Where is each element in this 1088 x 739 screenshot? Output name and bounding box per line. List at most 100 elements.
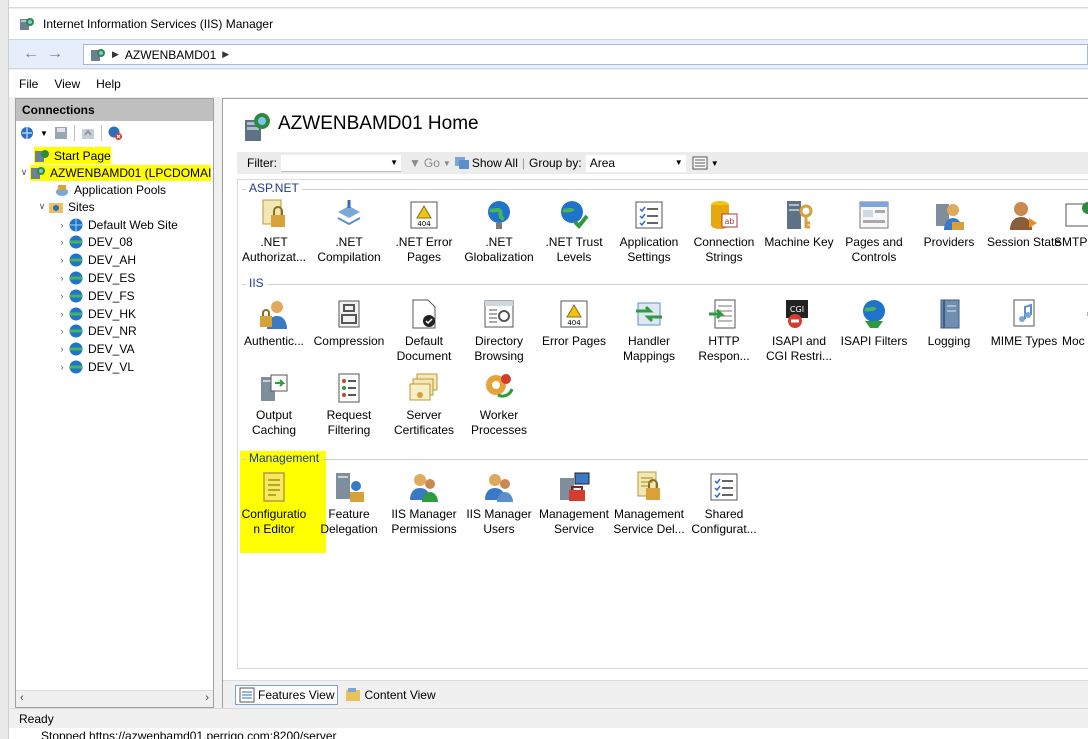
disconnect-icon[interactable] bbox=[106, 124, 124, 142]
feature-output-caching[interactable]: Output Caching bbox=[238, 371, 312, 438]
tab-content-view[interactable]: Content View bbox=[342, 685, 438, 705]
expand-chevron-icon[interactable]: › bbox=[56, 344, 68, 354]
feature-request-filtering[interactable]: Request Filtering bbox=[311, 371, 387, 438]
section-aspnet-label: ASP.NET bbox=[246, 181, 302, 195]
tree-item-default-web-site[interactable]: › Default Web Site bbox=[56, 216, 178, 233]
feature-session-state[interactable]: Session State bbox=[986, 198, 1062, 250]
worker-processes-icon bbox=[486, 374, 514, 398]
feature-application-settings[interactable]: Application Settings bbox=[611, 198, 687, 265]
feature-mime-types[interactable]: MIME Types bbox=[986, 297, 1062, 349]
horizontal-scrollbar[interactable]: ‹ › bbox=[16, 690, 213, 707]
tile-label: Delegation bbox=[320, 522, 378, 536]
feature-management-service-delegation[interactable]: Management Service Del... bbox=[611, 470, 687, 537]
filter-input[interactable]: ▼ bbox=[281, 154, 401, 172]
expand-chevron-icon[interactable]: › bbox=[56, 255, 68, 265]
menu-help[interactable]: Help bbox=[96, 77, 121, 91]
feature-http-response-headers[interactable]: HTTP Respon... bbox=[686, 297, 762, 364]
expand-chevron-icon[interactable]: › bbox=[56, 291, 68, 301]
feature-management-service[interactable]: Management Service bbox=[536, 470, 612, 537]
funnel-icon[interactable]: ▼ bbox=[409, 156, 421, 170]
tree-item-dev-ah[interactable]: › DEV_AH bbox=[56, 251, 137, 268]
expand-chevron-icon[interactable]: › bbox=[56, 326, 68, 336]
tree-item-application-pools[interactable]: Application Pools bbox=[54, 181, 166, 198]
show-all-button[interactable]: Show All bbox=[472, 156, 518, 170]
feature-iis-manager-permissions[interactable]: IIS Manager Permissions bbox=[386, 470, 462, 537]
expand-chevron-icon[interactable]: › bbox=[56, 273, 68, 283]
view-mode-icon[interactable] bbox=[692, 156, 708, 170]
collapse-chevron-icon[interactable]: ∨ bbox=[36, 201, 48, 212]
features-pane: AZWENBAMD01 Home Filter: ▼ ▼ Go ▼ Show A… bbox=[222, 98, 1088, 708]
tree-item-dev-hk[interactable]: › DEV_HK bbox=[56, 305, 137, 322]
tab-features-view[interactable]: Features View bbox=[235, 684, 339, 705]
tree-item-dev-vl[interactable]: › DEV_VL bbox=[56, 358, 135, 375]
tree-item-sites[interactable]: ∨ Sites bbox=[36, 198, 95, 215]
feature-handler-mappings[interactable]: Handler Mappings bbox=[611, 297, 687, 364]
feature-configuration-editor[interactable]: Configuratio n Editor bbox=[238, 470, 312, 537]
feature-connection-strings[interactable]: ab Connection Strings bbox=[686, 198, 762, 265]
filter-dropdown-icon[interactable]: ▼ bbox=[390, 158, 398, 167]
tree-item-start-page[interactable]: Start Page bbox=[34, 147, 111, 164]
isapi-cgi-icon: CGI bbox=[786, 300, 808, 328]
view-mode-dropdown-icon[interactable]: ▼ bbox=[711, 159, 719, 168]
feature-logging[interactable]: Logging bbox=[911, 297, 987, 349]
feature-net-compilation[interactable]: .NET Compilation bbox=[311, 198, 387, 265]
feature-modules[interactable]: Moc bbox=[1062, 297, 1088, 349]
feature-net-authorization[interactable]: .NET Authorizat... bbox=[238, 198, 312, 265]
feature-worker-processes[interactable]: Worker Processes bbox=[461, 371, 537, 438]
group-by-dropdown-icon[interactable]: ▼ bbox=[675, 158, 683, 167]
feature-isapi-cgi-restrictions[interactable]: CGI ISAPI and CGI Restri... bbox=[761, 297, 837, 364]
menu-view[interactable]: View bbox=[54, 77, 80, 91]
window-top-edge bbox=[9, 0, 1088, 8]
tree-item-dev-fs[interactable]: › DEV_FS bbox=[56, 287, 135, 304]
save-icon[interactable] bbox=[52, 124, 70, 142]
feature-machine-key[interactable]: Machine Key bbox=[761, 198, 837, 250]
expand-chevron-icon[interactable]: › bbox=[56, 237, 68, 247]
tree-item-dev-va[interactable]: › DEV_VA bbox=[56, 340, 135, 357]
scroll-right-icon[interactable]: › bbox=[205, 692, 209, 704]
up-level-icon[interactable] bbox=[79, 124, 97, 142]
feature-directory-browsing[interactable]: Directory Browsing bbox=[461, 297, 537, 364]
tile-label: Configuratio bbox=[241, 507, 307, 521]
go-button[interactable]: Go bbox=[424, 156, 440, 170]
go-dropdown-icon[interactable]: ▼ bbox=[443, 159, 451, 168]
scroll-left-icon[interactable]: ‹ bbox=[20, 692, 24, 704]
feature-isapi-filters[interactable]: ISAPI Filters bbox=[836, 297, 912, 349]
connect-icon[interactable] bbox=[18, 124, 36, 142]
forward-arrow-icon[interactable]: → bbox=[43, 43, 67, 65]
tile-label: IIS Manager bbox=[466, 507, 532, 521]
feature-default-document[interactable]: Default Document bbox=[386, 297, 462, 364]
back-arrow-icon[interactable]: ← bbox=[19, 43, 43, 65]
expand-chevron-icon[interactable]: › bbox=[56, 220, 68, 230]
tree-item-dev-08[interactable]: › DEV_08 bbox=[56, 233, 133, 250]
menu-bar: File View Help bbox=[9, 70, 1088, 97]
settings-list-icon bbox=[635, 201, 663, 229]
address-segment-server[interactable]: AZWENBAMD01 bbox=[125, 48, 216, 62]
feature-feature-delegation[interactable]: Feature Delegation bbox=[311, 470, 387, 537]
feature-smtp[interactable]: SMTP bbox=[1054, 198, 1088, 250]
website-globe-icon bbox=[68, 306, 84, 322]
feature-iis-manager-users[interactable]: IIS Manager Users bbox=[461, 470, 537, 537]
feature-server-certificates[interactable]: Server Certificates bbox=[386, 371, 462, 438]
tree-item-server[interactable]: ∨ AZWENBAMD01 (LPCDOMAI bbox=[18, 164, 212, 181]
tree-item-dev-nr[interactable]: › DEV_NR bbox=[56, 322, 137, 339]
expand-chevron-icon[interactable]: › bbox=[56, 309, 68, 319]
expand-chevron-icon[interactable]: › bbox=[56, 362, 68, 372]
address-bar[interactable]: ▶ AZWENBAMD01 ▶ bbox=[83, 44, 1088, 65]
tree-item-dev-es[interactable]: › DEV_ES bbox=[56, 269, 136, 286]
feature-shared-configuration[interactable]: Shared Configurat... bbox=[686, 470, 762, 537]
feature-pages-and-controls[interactable]: Pages and Controls bbox=[836, 198, 912, 265]
breadcrumb-chevron-icon[interactable]: ▶ bbox=[222, 49, 229, 60]
website-globe-icon bbox=[68, 359, 84, 375]
group-by-select[interactable]: Area ▼ bbox=[585, 154, 686, 172]
feature-net-error-pages[interactable]: 404 .NET Error Pages bbox=[386, 198, 462, 265]
feature-net-trust-levels[interactable]: .NET Trust Levels bbox=[536, 198, 612, 265]
menu-file[interactable]: File bbox=[19, 77, 38, 91]
feature-net-globalization[interactable]: .NET Globalization bbox=[461, 198, 537, 265]
collapse-chevron-icon[interactable]: ∨ bbox=[18, 167, 30, 178]
feature-providers[interactable]: Providers bbox=[911, 198, 987, 250]
management-service-icon bbox=[560, 472, 590, 501]
feature-error-pages[interactable]: 404 Error Pages bbox=[536, 297, 612, 349]
connect-dropdown-icon[interactable]: ▼ bbox=[40, 129, 48, 138]
feature-compression[interactable]: Compression bbox=[311, 297, 387, 349]
feature-authentication[interactable]: Authentic... bbox=[238, 297, 312, 349]
